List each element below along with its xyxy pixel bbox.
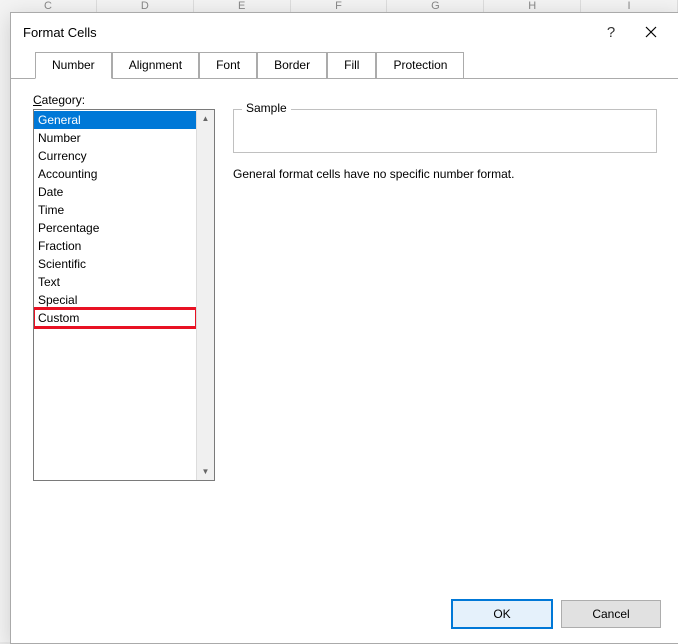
- dialog-title: Format Cells: [19, 25, 591, 40]
- scroll-down-icon[interactable]: ▼: [197, 463, 214, 480]
- category-item-special[interactable]: Special: [34, 291, 196, 309]
- scroll-up-icon[interactable]: ▲: [197, 110, 214, 127]
- category-item-accounting[interactable]: Accounting: [34, 165, 196, 183]
- ok-button[interactable]: OK: [451, 599, 553, 629]
- column-header[interactable]: I: [581, 0, 678, 12]
- category-item-custom[interactable]: Custom: [34, 309, 196, 327]
- format-description: General format cells have no specific nu…: [233, 167, 657, 181]
- right-pane: Sample General format cells have no spec…: [233, 109, 657, 585]
- sample-group: Sample: [233, 109, 657, 153]
- category-item-general[interactable]: General: [34, 111, 196, 129]
- tab-strip: NumberAlignmentFontBorderFillProtection: [11, 51, 678, 79]
- tab-alignment[interactable]: Alignment: [112, 52, 199, 78]
- sample-label: Sample: [242, 101, 291, 115]
- category-item-time[interactable]: Time: [34, 201, 196, 219]
- category-item-number[interactable]: Number: [34, 129, 196, 147]
- category-item-percentage[interactable]: Percentage: [34, 219, 196, 237]
- column-header[interactable]: C: [0, 0, 97, 12]
- tab-border[interactable]: Border: [257, 52, 327, 78]
- tab-number[interactable]: Number: [35, 52, 112, 79]
- close-button[interactable]: [631, 17, 671, 47]
- close-icon: [645, 26, 657, 38]
- dialog-body: Category: GeneralNumberCurrencyAccountin…: [11, 79, 678, 585]
- category-item-fraction[interactable]: Fraction: [34, 237, 196, 255]
- tab-protection[interactable]: Protection: [376, 52, 464, 78]
- category-item-date[interactable]: Date: [34, 183, 196, 201]
- dialog-titlebar: Format Cells ?: [11, 13, 678, 51]
- category-item-currency[interactable]: Currency: [34, 147, 196, 165]
- cancel-button[interactable]: Cancel: [561, 600, 661, 628]
- category-label-text: ategory:: [42, 93, 85, 107]
- tab-font[interactable]: Font: [199, 52, 257, 78]
- column-header[interactable]: E: [194, 0, 291, 12]
- tab-fill[interactable]: Fill: [327, 52, 376, 78]
- category-listbox[interactable]: GeneralNumberCurrencyAccountingDateTimeP…: [33, 109, 215, 481]
- listbox-scrollbar[interactable]: ▲ ▼: [196, 110, 214, 480]
- column-header[interactable]: H: [484, 0, 581, 12]
- category-label: Category:: [33, 93, 657, 107]
- category-item-text[interactable]: Text: [34, 273, 196, 291]
- category-accelerator: C: [33, 93, 42, 107]
- column-header[interactable]: F: [291, 0, 388, 12]
- category-list: GeneralNumberCurrencyAccountingDateTimeP…: [34, 110, 196, 480]
- category-item-scientific[interactable]: Scientific: [34, 255, 196, 273]
- format-cells-dialog: Format Cells ? NumberAlignmentFontBorder…: [10, 12, 678, 644]
- column-header[interactable]: G: [387, 0, 484, 12]
- help-button[interactable]: ?: [591, 17, 631, 47]
- dialog-buttons: OK Cancel: [11, 585, 678, 643]
- column-header[interactable]: D: [97, 0, 194, 12]
- content-row: GeneralNumberCurrencyAccountingDateTimeP…: [33, 109, 657, 585]
